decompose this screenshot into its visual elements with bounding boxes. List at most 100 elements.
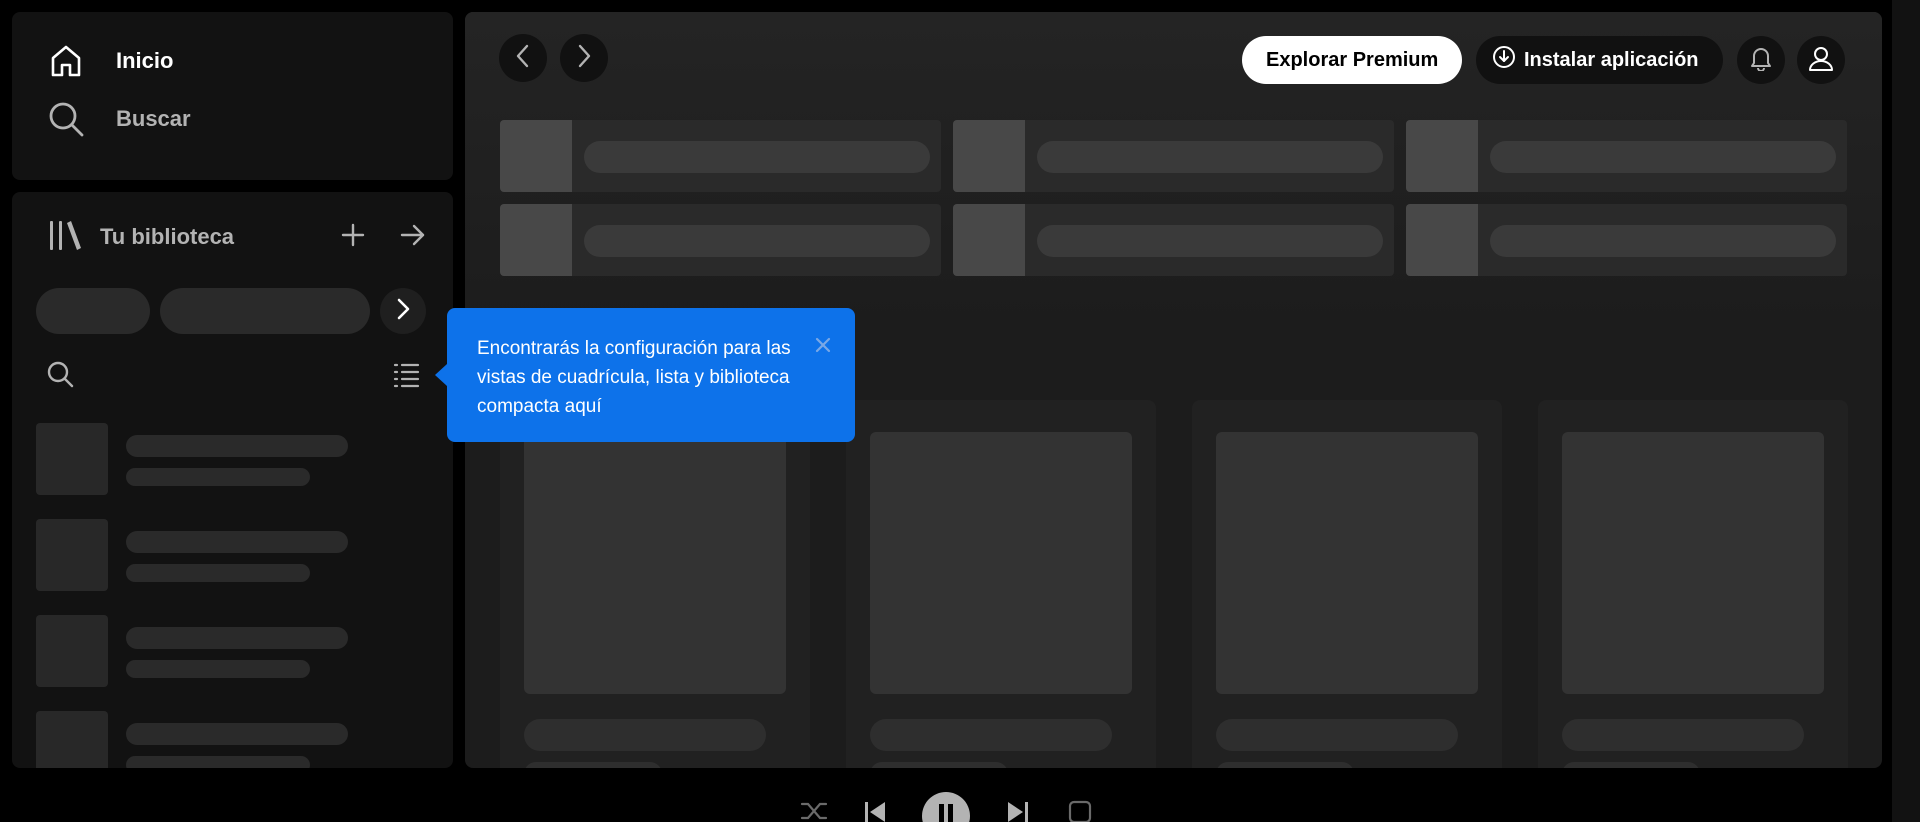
list-icon [392,363,420,392]
skip-back-icon [863,800,887,822]
shortcut-tile[interactable] [953,120,1394,192]
user-menu-button[interactable] [1797,36,1845,84]
tooltip-text: Encontrarás la configuración para las vi… [477,338,791,417]
library-toggle[interactable]: Tu biblioteca [48,218,234,257]
library-icon [48,218,82,257]
list-item-subtitle-placeholder [126,660,310,678]
list-item-title-placeholder [126,531,348,553]
list-item-title-placeholder [126,723,348,745]
player-bar [0,790,1920,822]
card-title-placeholder [1216,719,1458,751]
library-header: Tu biblioteca [48,212,433,262]
list-item-cover [36,711,108,768]
play-pause-button[interactable] [922,792,970,822]
list-item-cover [36,615,108,687]
list-item-cover [36,423,108,495]
plus-icon [340,222,366,253]
shortcut-title-placeholder [1490,141,1836,173]
repeat-button[interactable] [1068,800,1092,822]
shuffle-button[interactable] [800,800,828,822]
card-cover [1562,432,1824,694]
filter-chip-placeholder[interactable] [36,288,150,334]
search-icon [46,99,86,139]
library-title: Tu biblioteca [100,224,235,249]
next-button[interactable] [1006,800,1030,822]
pause-icon [938,803,954,822]
back-button[interactable] [499,34,547,82]
list-item-cover [36,519,108,591]
shortcut-title-placeholder [584,225,930,257]
nav-home[interactable]: Inicio [46,32,419,90]
shortcut-cover [1406,204,1478,276]
card-subtitle-placeholder [1562,762,1700,768]
shortcut-title-placeholder [584,141,930,173]
bell-icon [1749,45,1773,76]
shortcut-title-placeholder [1037,141,1383,173]
content-card[interactable] [500,400,810,768]
list-item-title-placeholder [126,435,348,457]
shortcut-tile[interactable] [500,204,941,276]
download-icon [1492,45,1516,75]
list-item-subtitle-placeholder [126,756,310,768]
nav-home-label: Inicio [116,48,174,73]
list-item-subtitle-placeholder [126,564,310,582]
list-item-subtitle-placeholder [126,468,310,486]
search-icon [46,361,74,392]
install-app-button[interactable]: Instalar aplicación [1476,36,1723,84]
card-title-placeholder [1562,719,1804,751]
content-card[interactable] [1192,400,1502,768]
content-card[interactable] [846,400,1156,768]
nav-search[interactable]: Buscar [46,90,419,148]
create-playlist-button[interactable] [333,217,373,257]
list-item[interactable] [36,615,416,687]
list-item[interactable] [36,519,416,591]
card-title-placeholder [870,719,1112,751]
filter-chip-placeholder[interactable] [160,288,370,334]
library-actions [333,217,433,257]
close-icon [814,334,832,363]
shortcut-tile[interactable] [1406,204,1847,276]
expand-library-button[interactable] [393,217,433,257]
install-app-label: Instalar aplicación [1524,48,1699,71]
scrollbar-track[interactable] [1892,0,1920,822]
chevron-left-icon [513,43,533,74]
shortcut-cover [1406,120,1478,192]
skip-forward-icon [1006,800,1030,822]
spotify-app: Inicio Buscar Tu biblioteca Explorar Pre… [0,0,1920,822]
user-icon [1808,45,1834,76]
shortcut-title-placeholder [1490,225,1836,257]
list-item[interactable] [36,711,416,768]
content-card[interactable] [1538,400,1848,768]
nav-search-label: Buscar [116,106,191,131]
forward-button[interactable] [560,34,608,82]
chevron-right-icon [574,43,594,74]
notifications-button[interactable] [1737,36,1785,84]
card-cover [524,432,786,694]
card-cover [1216,432,1478,694]
library-search-button[interactable] [46,360,74,393]
chip-scroll-button[interactable] [380,288,426,334]
repeat-icon [1068,800,1092,822]
arrow-right-icon [399,221,427,254]
previous-button[interactable] [863,800,887,822]
card-subtitle-placeholder [1216,762,1354,768]
shortcut-cover [953,204,1025,276]
explore-premium-button[interactable]: Explorar Premium [1242,36,1463,84]
shortcut-tile[interactable] [953,204,1394,276]
shortcut-title-placeholder [1037,225,1383,257]
shortcut-cover [953,120,1025,192]
shortcut-tile[interactable] [500,120,941,192]
shortcut-tile[interactable] [1406,120,1847,192]
list-item[interactable] [36,423,416,495]
shuffle-icon [800,800,828,822]
shortcut-cover [500,120,572,192]
tooltip-arrow [435,364,447,386]
tooltip-close-button[interactable] [811,336,835,360]
home-icon [46,41,86,81]
nav-panel: Inicio Buscar [12,12,453,180]
shortcut-cover [500,204,572,276]
library-panel: Tu biblioteca [12,192,453,768]
card-cover [870,432,1132,694]
chevron-right-icon [393,297,413,326]
library-view-toggle[interactable] [392,360,420,393]
